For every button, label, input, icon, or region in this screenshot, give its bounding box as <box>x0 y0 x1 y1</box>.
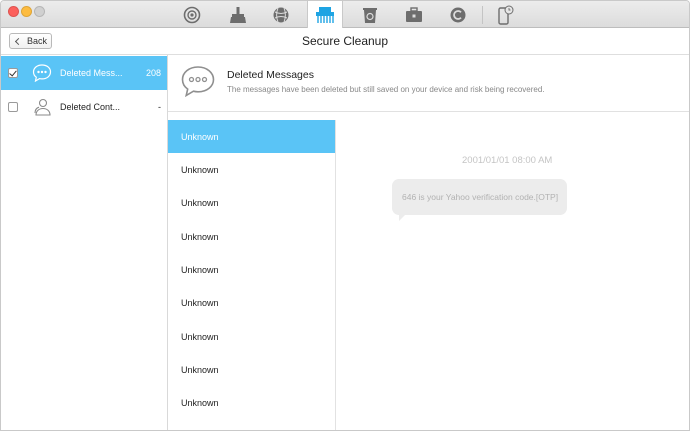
toolkit-tab[interactable] <box>397 1 431 28</box>
sidebar-item-count: 208 <box>145 68 161 78</box>
network-sphere-icon <box>273 7 289 22</box>
cleanup-brush-icon <box>230 6 246 23</box>
window-zoom-button[interactable] <box>34 6 45 17</box>
message-list-item[interactable]: Unknown <box>168 253 335 286</box>
message-list-item[interactable]: Unknown <box>168 386 335 419</box>
deleted-contacts-checkbox[interactable] <box>8 102 18 112</box>
message-bubble-icon <box>181 66 215 97</box>
category-title: Deleted Messages <box>227 69 314 81</box>
message-list-item[interactable]: Unknown <box>168 153 335 186</box>
message-list: Unknown Unknown Unknown Unknown Unknown … <box>168 120 336 430</box>
conversation-view: 2001/01/01 08:00 AM 646 is your Yahoo ve… <box>337 120 689 430</box>
sidebar-item-label: Deleted Cont... <box>60 102 121 112</box>
message-list-item[interactable]: Unknown <box>168 353 335 386</box>
message-list-item[interactable]: Unknown <box>168 120 335 153</box>
recycle-bin-icon <box>363 7 377 23</box>
sidebar-item-label: Deleted Mess... <box>60 68 123 78</box>
message-list-item[interactable]: Unknown <box>168 220 335 253</box>
sidebar-item-deleted-messages[interactable]: Deleted Mess... 208 <box>1 56 167 90</box>
device-tab[interactable] <box>488 1 522 28</box>
contacts-person-icon <box>34 98 51 116</box>
copyright-tab[interactable] <box>441 1 475 28</box>
app-window: Back Secure Cleanup Deleted Mess... 208 … <box>0 0 690 431</box>
category-description: The messages have been deleted but still… <box>227 85 545 94</box>
toolbar <box>1 1 689 29</box>
toolkit-briefcase-icon <box>406 6 422 22</box>
category-info-header: Deleted Messages The messages have been … <box>168 55 689 112</box>
message-list-item[interactable]: Unknown <box>168 186 335 219</box>
message-bubble-icon <box>32 64 52 82</box>
sidebar-item-count: - <box>158 102 161 112</box>
message-text: 646 is your Yahoo verification code.[OTP… <box>402 192 559 202</box>
airbackup-tab[interactable] <box>175 1 209 28</box>
message-bubble: 646 is your Yahoo verification code.[OTP… <box>392 179 567 221</box>
recycle-bin-tab[interactable] <box>353 1 387 28</box>
network-tab[interactable] <box>264 1 298 28</box>
secure-cleanup-tab[interactable] <box>307 1 343 29</box>
message-list-item[interactable]: Unknown <box>168 286 335 319</box>
toolbar-divider <box>482 6 483 24</box>
sidebar-item-deleted-contacts[interactable]: Deleted Cont... - <box>1 90 167 124</box>
deleted-messages-checkbox[interactable] <box>8 68 18 78</box>
device-phone-icon <box>498 5 514 25</box>
secure-cleanup-shredder-icon <box>316 7 334 23</box>
page-header: Back Secure Cleanup <box>1 28 689 55</box>
airbackup-icon <box>183 6 201 23</box>
category-sidebar: Deleted Mess... 208 Deleted Cont... - <box>1 55 168 430</box>
cleanup-tab[interactable] <box>221 1 255 28</box>
copyright-c-icon <box>450 7 466 22</box>
message-list-item[interactable]: Unknown <box>168 320 335 353</box>
window-minimize-button[interactable] <box>21 6 32 17</box>
window-close-button[interactable] <box>8 6 19 17</box>
message-timestamp: 2001/01/01 08:00 AM <box>462 155 553 166</box>
page-title: Secure Cleanup <box>301 34 389 48</box>
